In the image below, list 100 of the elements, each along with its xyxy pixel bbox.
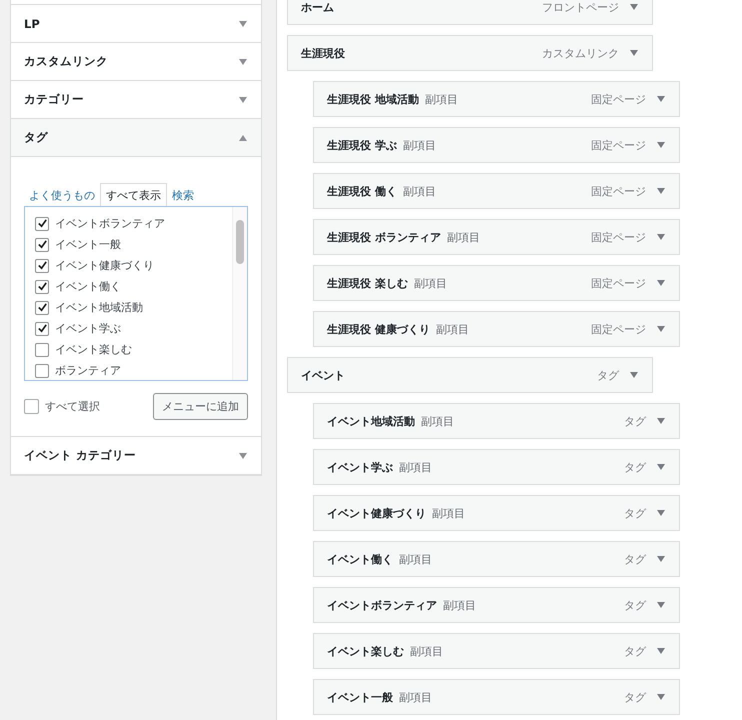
checkbox[interactable]: [35, 216, 49, 230]
checkbox-label: イベントボランティア: [55, 216, 165, 231]
expand-icon[interactable]: [630, 50, 638, 56]
menu-item-type: タグ: [597, 368, 619, 382]
sub-item-label: 副項目: [399, 690, 432, 704]
menu-item-title: 生涯現役 地域活動: [327, 92, 419, 106]
checkbox[interactable]: [35, 342, 49, 356]
menu-item-title: 生涯現役: [301, 46, 345, 60]
expand-icon: [239, 58, 247, 64]
sub-item-label: 副項目: [402, 184, 436, 198]
menu-item-title: イベントボランティア: [327, 598, 437, 612]
expand-icon[interactable]: [657, 694, 665, 700]
collapse-icon: [239, 134, 247, 140]
menu-item[interactable]: 生涯現役 カスタムリンク: [287, 35, 653, 71]
menu-item-type: タグ: [624, 598, 646, 612]
sub-item-label: 副項目: [436, 322, 469, 336]
sub-item-label: 副項目: [410, 644, 443, 658]
accordion-header[interactable]: カスタムリンク: [11, 43, 261, 81]
menu-item-title: イベント健康づくり: [327, 506, 426, 520]
menu-item-type: 固定ページ: [591, 92, 646, 106]
checkbox-label: イベント一般: [55, 237, 121, 252]
menu-item-title: イベント地域活動: [327, 414, 415, 428]
expand-icon[interactable]: [657, 280, 665, 286]
menu-item-title: 生涯現役 楽しむ: [327, 276, 408, 290]
expand-icon[interactable]: [657, 464, 665, 470]
expand-icon[interactable]: [657, 326, 665, 332]
tab[interactable]: 検索: [167, 184, 199, 206]
menu-item-type: 固定ページ: [591, 276, 646, 290]
checkbox-label: イベント働く: [55, 279, 121, 294]
menu-item-type: カスタムリンク: [542, 46, 619, 60]
sub-item-label: 副項目: [421, 414, 454, 428]
menu-item-title: 生涯現役 学ぶ: [327, 138, 397, 152]
menu-item-type: タグ: [624, 506, 646, 520]
menu-item[interactable]: イベント楽しむ 副項目 タグ: [313, 633, 680, 669]
menu-item[interactable]: 生涯現役 健康づくり 副項目 固定ページ: [313, 311, 680, 347]
expand-icon[interactable]: [657, 648, 665, 654]
checkbox-label: ボランティア: [55, 363, 121, 378]
expand-icon[interactable]: [657, 602, 665, 608]
checkbox[interactable]: [35, 238, 49, 252]
menu-item[interactable]: イベント健康づくり 副項目 タグ: [313, 495, 680, 531]
expand-icon[interactable]: [657, 510, 665, 516]
menu-item-type: 固定ページ: [591, 322, 646, 336]
checkbox[interactable]: [35, 364, 49, 378]
accordion-header[interactable]: タグ: [11, 119, 261, 157]
menu-item[interactable]: イベント地域活動 副項目 タグ: [313, 403, 680, 439]
menu-item[interactable]: イベント学ぶ 副項目 タグ: [313, 449, 680, 485]
expand-icon[interactable]: [657, 418, 665, 424]
menu-item-type: タグ: [624, 690, 646, 704]
menu-item[interactable]: イベント働く 副項目 タグ: [313, 541, 680, 577]
menu-item-type: タグ: [624, 552, 646, 566]
menu-item-title: イベント一般: [327, 690, 393, 704]
menu-item[interactable]: イベント タグ: [287, 357, 653, 393]
sub-item-label: 副項目: [446, 230, 480, 244]
sub-item-label: 副項目: [443, 598, 476, 612]
checkbox[interactable]: [24, 399, 39, 414]
menu-item-title: イベント働く: [327, 552, 393, 566]
accordion-header[interactable]: イベント カテゴリー: [11, 437, 261, 475]
menu-item[interactable]: 生涯現役 働く 副項目 固定ページ: [313, 173, 680, 209]
checkbox-label: イベント健康づくり: [55, 258, 154, 273]
menu-item[interactable]: ホーム フロントページ: [287, 0, 653, 25]
sub-item-label: 副項目: [424, 92, 458, 106]
menu-item-title: イベント楽しむ: [327, 644, 404, 658]
menu-item-title: 生涯現役 ボランティア: [327, 230, 441, 244]
add-to-menu-button[interactable]: メニューに追加: [153, 393, 248, 420]
menu-item-title: 生涯現役 健康づくり: [327, 322, 430, 336]
checkbox-label: イベント地域活動: [55, 300, 143, 315]
menu-item[interactable]: イベントボランティア 副項目 タグ: [313, 587, 680, 623]
menu-item-type: フロントページ: [542, 0, 619, 14]
expand-icon[interactable]: [657, 234, 665, 240]
checkbox[interactable]: [35, 322, 49, 336]
accordion-header[interactable]: LP: [11, 5, 261, 43]
expand-icon: [239, 20, 247, 26]
expand-icon[interactable]: [657, 96, 665, 102]
menu-item-type: タグ: [624, 414, 646, 428]
menu-item[interactable]: 生涯現役 楽しむ 副項目 固定ページ: [313, 265, 680, 301]
checkbox-label: イベント楽しむ: [55, 342, 132, 357]
tab[interactable]: よく使うもの: [24, 184, 100, 206]
expand-icon: [239, 96, 247, 102]
scrollbar[interactable]: [232, 207, 247, 380]
expand-icon[interactable]: [630, 4, 638, 10]
checkbox[interactable]: [35, 258, 49, 272]
menu-item[interactable]: 生涯現役 学ぶ 副項目 固定ページ: [313, 127, 680, 163]
checkbox[interactable]: [35, 300, 49, 314]
menu-item[interactable]: 生涯現役 ボランティア 副項目 固定ページ: [313, 219, 680, 255]
expand-icon[interactable]: [630, 372, 638, 378]
checkbox-label: すべて選択: [45, 399, 100, 414]
checkbox[interactable]: [35, 280, 49, 294]
sub-item-label: 副項目: [399, 552, 432, 566]
sub-item-label: 副項目: [402, 138, 436, 152]
expand-icon[interactable]: [657, 188, 665, 194]
sub-item-label: 副項目: [399, 460, 432, 474]
checkbox-label: イベント学ぶ: [55, 321, 121, 336]
expand-icon[interactable]: [657, 142, 665, 148]
tab[interactable]: すべて表示: [100, 183, 167, 206]
menu-item[interactable]: イベント一般 副項目 タグ: [313, 679, 680, 715]
menu-item[interactable]: 生涯現役 地域活動 副項目 固定ページ: [313, 81, 680, 117]
menu-item-type: タグ: [624, 460, 646, 474]
expand-icon[interactable]: [657, 556, 665, 562]
expand-icon: [239, 452, 247, 458]
sub-item-label: 副項目: [414, 276, 447, 290]
